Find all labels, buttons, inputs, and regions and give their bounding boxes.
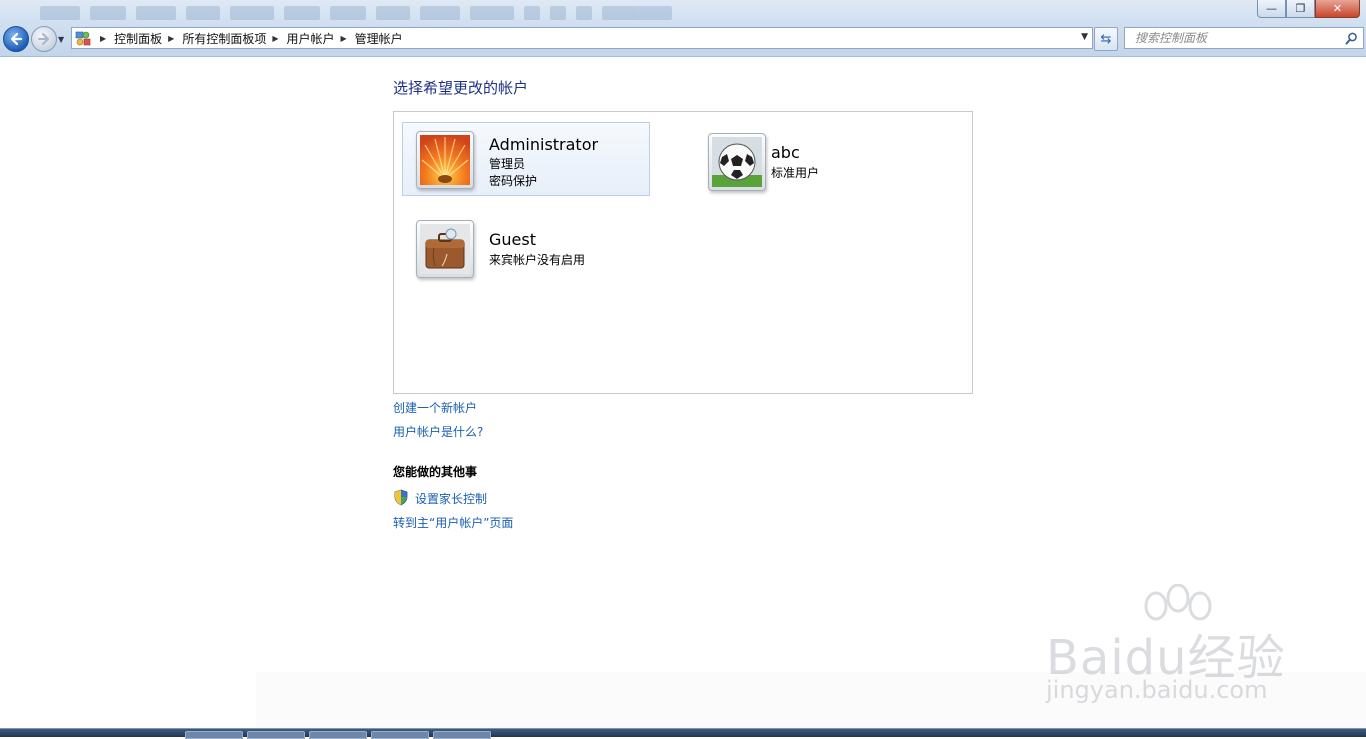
chevron-right-icon: ▶ [100,33,107,43]
address-bar[interactable]: ▶ 控制面板 ▶ 所有控制面板项 ▶ 用户帐户 ▶ 管理帐户 ▼ [71,27,1093,49]
chevron-right-icon: ▶ [340,33,347,43]
search-input[interactable] [1133,30,1337,46]
parental-controls-link[interactable]: 设置家长控制 [415,490,487,507]
background-window-toolbar [40,6,672,24]
window-controls: — ❐ ✕ [1257,0,1360,18]
soccer-ball-avatar [708,133,766,191]
control-panel-icon [72,30,94,46]
address-dropdown-icon[interactable]: ▼ [1081,32,1088,42]
forward-arrow-icon [38,33,49,45]
other-tasks-heading: 您能做的其他事 [393,465,478,479]
chevron-right-icon: ▶ [168,33,175,43]
breadcrumb-control-panel[interactable]: 控制面板 [114,30,162,47]
page-title: 选择希望更改的帐户 [393,79,529,97]
main-user-accounts-link[interactable]: 转到主“用户帐户”页面 [393,514,513,531]
refresh-button[interactable]: ⇆ [1094,27,1118,51]
breadcrumb-manage-accounts[interactable]: 管理帐户 [355,30,403,47]
flower-avatar [416,131,474,189]
account-name: Administrator [489,135,599,154]
accounts-panel: Administrator 管理员 密码保护 abc 标准用户 Guest 来宾… [393,111,973,394]
taskbar-button[interactable] [371,731,429,739]
account-name: Guest [489,230,536,249]
account-tile-guest[interactable]: Guest 来宾帐户没有启用 [402,216,650,290]
minimize-button[interactable]: — [1257,0,1286,18]
back-button[interactable] [3,26,29,52]
what-is-account-link[interactable]: 用户帐户是什么? [393,423,483,440]
search-box[interactable] [1124,27,1364,49]
taskbar-button[interactable] [247,731,305,739]
close-button[interactable]: ✕ [1315,0,1360,18]
breadcrumb-user-accounts[interactable]: 用户帐户 [287,30,335,47]
account-tile-administrator[interactable]: Administrator 管理员 密码保护 [402,122,650,196]
account-status: 来宾帐户没有启用 [489,253,586,267]
briefcase-avatar [416,220,474,278]
refresh-icon: ⇆ [1100,31,1112,47]
watermark-url: jingyan.baidu.com [1046,676,1268,704]
account-password-status: 密码保护 [489,174,538,188]
search-icon[interactable] [1345,32,1358,45]
account-name: abc [771,143,800,162]
window-chrome: — ❐ ✕ ▼ ▶ 控制面板 ▶ 所有控制面板项 ▶ 用户帐户 ▶ 管理帐户 ▼ [0,0,1366,57]
restore-button[interactable]: ❐ [1286,0,1315,18]
taskbar-button[interactable] [433,731,491,739]
breadcrumb-all-items[interactable]: 所有控制面板项 [182,30,266,47]
shield-icon [393,489,409,509]
chevron-right-icon: ▶ [272,33,279,43]
forward-button[interactable] [31,26,57,52]
account-type: 管理员 [489,157,526,171]
back-arrow-icon [10,32,23,46]
create-account-link[interactable]: 创建一个新帐户 [393,399,477,416]
recent-pages-dropdown[interactable]: ▼ [58,35,64,44]
taskbar-button[interactable] [309,731,367,739]
account-type: 标准用户 [771,166,820,180]
taskbar-button[interactable] [185,731,243,739]
account-tile-abc[interactable]: abc 标准用户 [693,122,941,196]
